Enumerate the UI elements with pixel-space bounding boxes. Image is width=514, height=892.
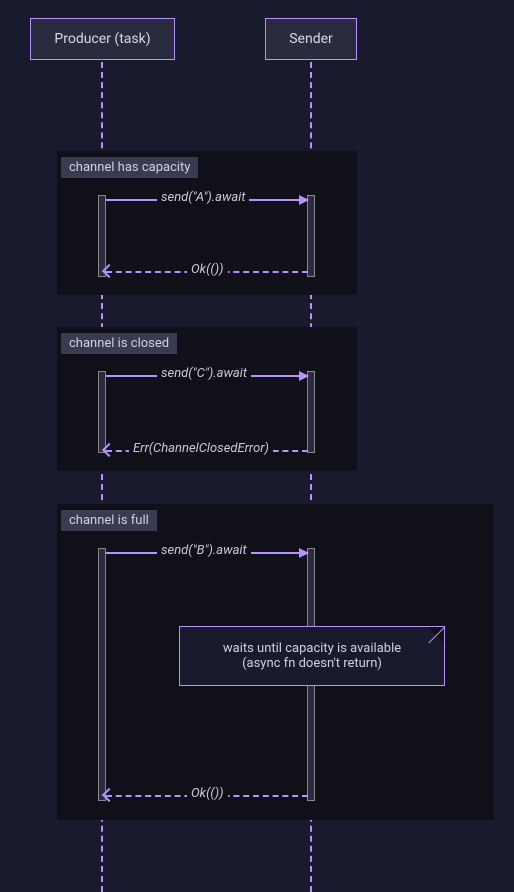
note-line-2: (async fn doesn't return) xyxy=(196,656,428,671)
participant-producer-label: Producer (task) xyxy=(54,31,150,47)
box-full-title: channel is full xyxy=(61,510,157,531)
label-ok-a: Ok(()) xyxy=(187,262,228,277)
activation-sender-2 xyxy=(307,371,315,453)
activation-producer-2 xyxy=(98,371,106,453)
box-closed-title: channel is closed xyxy=(61,333,177,354)
box-full: channel is full send("B").await waits un… xyxy=(57,504,494,820)
arrowhead-icon xyxy=(299,371,309,381)
label-ok-b: Ok(()) xyxy=(187,786,228,801)
activation-producer-1 xyxy=(98,195,106,277)
note-wait: waits until capacity is available (async… xyxy=(179,626,445,686)
label-send-b: send("B").await xyxy=(157,543,251,558)
arrowhead-icon xyxy=(299,195,309,205)
label-err-c: Err(ChannelClosedError) xyxy=(129,441,273,456)
participant-sender: Sender xyxy=(265,18,357,60)
arrowhead-icon xyxy=(299,548,309,558)
activation-producer-3 xyxy=(98,548,106,801)
participant-sender-label: Sender xyxy=(289,31,333,47)
box-capacity-title: channel has capacity xyxy=(61,157,198,178)
box-capacity: channel has capacity send("A").await Ok(… xyxy=(57,151,357,295)
box-closed: channel is closed send("C").await Err(Ch… xyxy=(57,327,357,471)
label-send-a: send("A").await xyxy=(157,190,249,205)
sequence-diagram: Producer (task) Sender channel has capac… xyxy=(0,0,514,875)
participant-producer: Producer (task) xyxy=(30,18,175,60)
note-line-1: waits until capacity is available xyxy=(196,641,428,656)
activation-sender-1 xyxy=(307,195,315,277)
label-send-c: send("C").await xyxy=(157,366,251,381)
